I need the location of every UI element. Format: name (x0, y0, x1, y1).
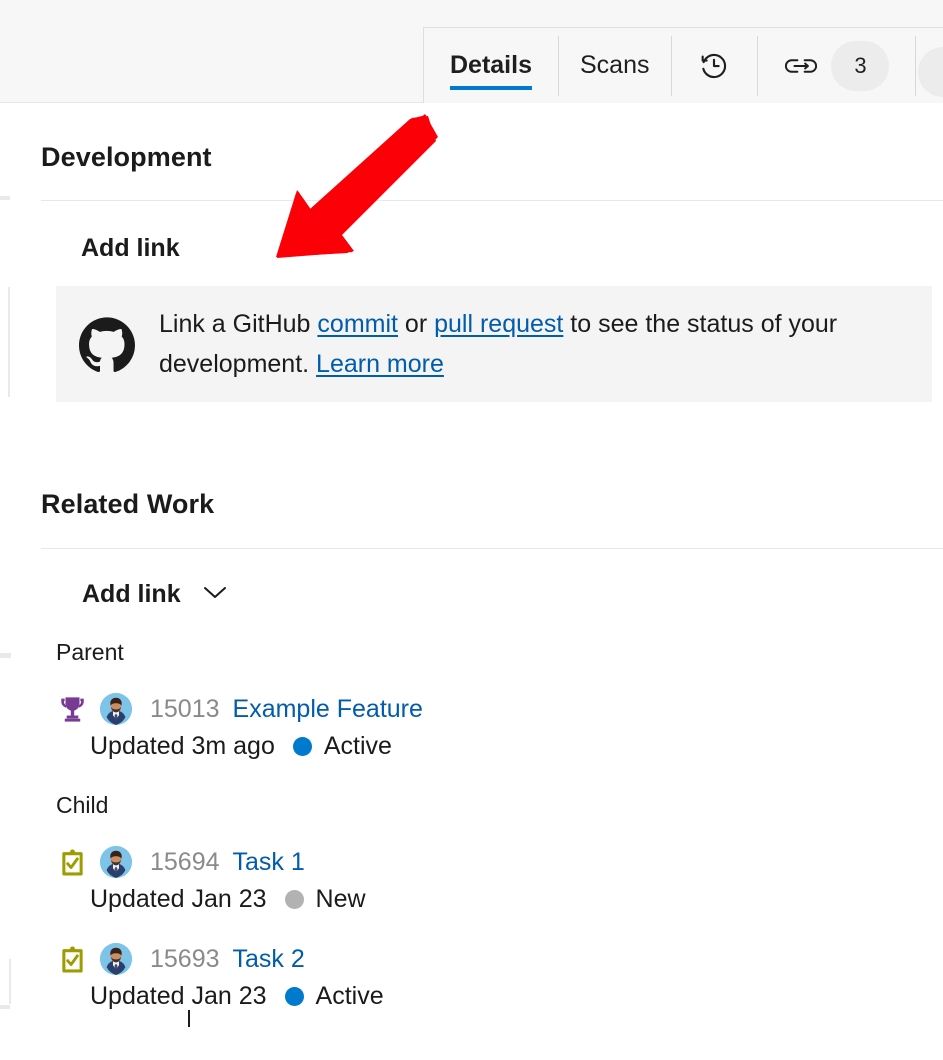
related-item-header: 15013 Example Feature (56, 690, 423, 728)
related-work-add-link-button[interactable]: Add link (82, 580, 229, 609)
development-section-divider (41, 200, 943, 201)
updated-text: Updated Jan 23 (90, 885, 267, 914)
callout-text-part1: Link a GitHub (159, 310, 317, 338)
tab-links[interactable]: 3 (757, 28, 915, 103)
work-item-details-page: Details Scans (0, 0, 943, 1060)
left-edge-artifact-5 (9, 959, 11, 1004)
work-item-title-link[interactable]: Task 2 (233, 945, 305, 974)
tab-scans[interactable]: Scans (558, 28, 671, 103)
chevron-down-icon (201, 583, 229, 606)
work-item-id: 15013 (150, 695, 220, 724)
related-item-parent-15013[interactable]: 15013 Example Feature Updated 3m ago Act… (56, 690, 423, 761)
history-icon (697, 49, 731, 83)
related-work-section-title: Related Work (41, 489, 214, 520)
work-item-title-link[interactable]: Example Feature (233, 695, 423, 724)
task-clipboard-icon (56, 846, 88, 878)
left-edge-artifact-3 (0, 1005, 10, 1009)
commit-link[interactable]: commit (317, 310, 398, 338)
tab-scans-label: Scans (580, 51, 649, 80)
related-group-label-child: Child (56, 792, 108, 819)
related-work-section-divider (41, 548, 943, 549)
development-add-link-button[interactable]: Add link (81, 234, 180, 263)
work-item-id: 15693 (150, 945, 220, 974)
related-group-label-parent: Parent (56, 639, 124, 666)
status-dot (285, 890, 304, 909)
red-arrow-annotation (270, 105, 450, 265)
text-caret (188, 1010, 190, 1027)
work-item-title-link[interactable]: Task 1 (233, 848, 305, 877)
left-edge-artifact-2 (0, 653, 11, 658)
task-clipboard-icon (56, 943, 88, 975)
status-badge: Active (316, 982, 384, 1011)
related-item-meta: Updated Jan 23 New (90, 885, 366, 914)
avatar (100, 846, 132, 878)
work-item-id: 15694 (150, 848, 220, 877)
related-item-meta: Updated Jan 23 Active (90, 982, 384, 1011)
avatar (100, 693, 132, 725)
related-work-add-link-label: Add link (82, 580, 181, 609)
tab-details[interactable]: Details (424, 28, 558, 103)
development-section-title: Development (41, 142, 212, 173)
related-item-meta: Updated 3m ago Active (90, 732, 423, 761)
tab-list: Details Scans (423, 27, 943, 103)
github-callout-text: Link a GitHub commit or pull request to … (159, 304, 932, 384)
tab-details-label: Details (450, 51, 532, 80)
work-item-tabbar: Details Scans (0, 0, 943, 103)
updated-text: Updated Jan 23 (90, 982, 267, 1011)
github-link-callout: Link a GitHub commit or pull request to … (56, 286, 932, 402)
status-badge: Active (324, 732, 392, 761)
tab-selected-indicator (450, 86, 532, 90)
status-dot (293, 737, 312, 756)
related-item-header: 15694 Task 1 (56, 843, 366, 881)
link-icon (783, 53, 819, 79)
status-badge: New (316, 885, 366, 914)
related-item-child-15694[interactable]: 15694 Task 1 Updated Jan 23 New (56, 843, 366, 914)
link-count-badge: 3 (831, 41, 889, 91)
related-item-header: 15693 Task 2 (56, 940, 384, 978)
left-edge-artifact-1 (0, 196, 10, 200)
learn-more-link[interactable]: Learn more (316, 350, 444, 378)
github-icon (79, 316, 135, 372)
feature-trophy-icon (56, 693, 88, 725)
related-item-child-15693[interactable]: 15693 Task 2 Updated Jan 23 Active (56, 940, 384, 1011)
tab-history[interactable] (671, 28, 757, 103)
pull-request-link[interactable]: pull request (434, 310, 563, 338)
status-dot (285, 987, 304, 1006)
callout-text-part2: or (398, 310, 434, 338)
avatar (100, 943, 132, 975)
left-edge-artifact-4 (8, 287, 10, 397)
updated-text: Updated 3m ago (90, 732, 275, 761)
